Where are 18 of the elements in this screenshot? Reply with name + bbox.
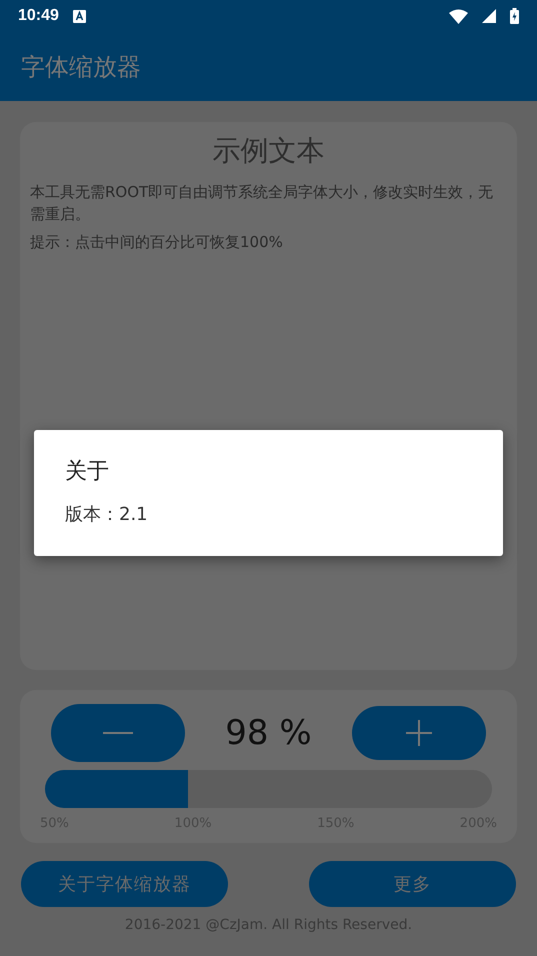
scale-percentage[interactable]: 98 % [225, 713, 312, 753]
increase-button[interactable] [352, 706, 486, 760]
scale-slider[interactable] [45, 770, 492, 808]
text-button[interactable]: 关于字体缩放器 [21, 861, 228, 907]
sample-text: 提示：点击中间的百分比可恢复100% [30, 232, 284, 252]
battery-icon [510, 8, 519, 24]
clock: 10:49 [18, 7, 59, 25]
wifi-icon [449, 8, 468, 24]
sample-text: 本工具无需ROOT即可自由调节系统全局字体大小，修改实时生效，无需重启。 [30, 182, 494, 225]
app-title: 字体缩放器 [21, 52, 141, 82]
minus-icon [103, 731, 133, 735]
version-text: 版本：2.1 [65, 503, 149, 526]
keyboard-icon [72, 10, 86, 22]
plus-icon [406, 720, 432, 746]
sample-title: 示例文本 [212, 133, 326, 169]
dialog-title: 关于 [65, 458, 110, 486]
text-button[interactable]: 更多 [309, 861, 516, 907]
signal-icon [482, 9, 496, 23]
